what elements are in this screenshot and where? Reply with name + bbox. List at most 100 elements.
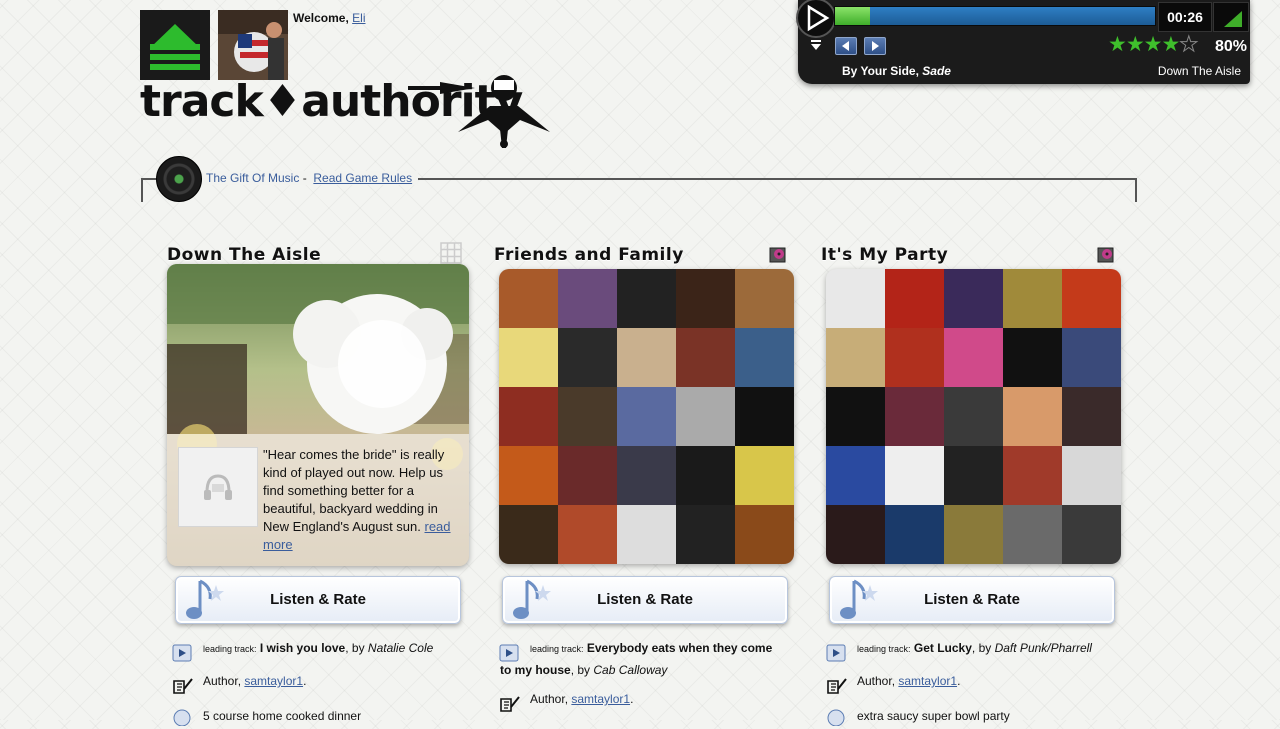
brand-logo[interactable]: track♦authority — [140, 74, 560, 154]
album-cover-tile[interactable] — [944, 269, 1003, 328]
now-playing-track: By Your Side, Sade — [842, 64, 951, 78]
album-cover-tile[interactable] — [1062, 328, 1121, 387]
author-icon — [172, 677, 193, 695]
album-art-icon[interactable] — [768, 244, 788, 264]
album-cover-tile[interactable] — [826, 387, 885, 446]
volume-control[interactable] — [1213, 2, 1249, 32]
album-cover-tile[interactable] — [617, 328, 676, 387]
card-title-friends-and-family[interactable]: Friends and Family — [494, 245, 684, 265]
rating-star[interactable]: ★ — [1144, 33, 1163, 56]
play-track-icon[interactable] — [826, 644, 846, 662]
album-cover-tile[interactable] — [558, 505, 617, 564]
play-icon — [807, 4, 830, 32]
album-cover-tile[interactable] — [944, 387, 1003, 446]
leading-track-name[interactable]: Get Lucky — [914, 641, 972, 655]
album-cover-tile[interactable] — [499, 505, 558, 564]
album-cover-tile[interactable] — [735, 328, 794, 387]
album-mosaic-its-my-party[interactable] — [826, 269, 1121, 564]
album-cover-tile[interactable] — [944, 446, 1003, 505]
leading-track-name[interactable]: I wish you love — [260, 641, 345, 655]
album-cover-tile[interactable] — [1062, 446, 1121, 505]
rating-star[interactable]: ★ — [1179, 33, 1199, 56]
album-cover-tile[interactable] — [1003, 505, 1062, 564]
author-info: Author, samtaylor1. — [530, 692, 634, 706]
album-cover-tile[interactable] — [676, 269, 735, 328]
rating-stars[interactable]: ★★★★★ — [1108, 33, 1199, 56]
play-button[interactable] — [796, 0, 836, 38]
album-cover-tile[interactable] — [1003, 387, 1062, 446]
album-cover-tile[interactable] — [1062, 387, 1121, 446]
album-cover-tile[interactable] — [499, 446, 558, 505]
album-cover-tile[interactable] — [885, 328, 944, 387]
album-cover-tile[interactable] — [1003, 269, 1062, 328]
now-playing-title: By Your Side, — [842, 64, 919, 78]
author-link[interactable]: samtaylor1 — [898, 674, 957, 688]
playlist-thumbnail-placeholder — [178, 447, 258, 527]
now-playing-playlist[interactable]: Down The Aisle — [1158, 64, 1241, 78]
album-cover-tile[interactable] — [735, 446, 794, 505]
album-cover-tile[interactable] — [499, 269, 558, 328]
card-title-down-the-aisle[interactable]: Down The Aisle — [167, 245, 321, 265]
author-icon — [826, 677, 847, 695]
site-logo-icon[interactable] — [140, 10, 210, 80]
album-cover-tile[interactable] — [826, 269, 885, 328]
author-link[interactable]: samtaylor1 — [571, 692, 630, 706]
grid-view-icon[interactable] — [440, 242, 462, 264]
album-cover-tile[interactable] — [944, 505, 1003, 564]
album-art-icon[interactable] — [1096, 244, 1116, 264]
album-cover-tile[interactable] — [499, 328, 558, 387]
game-title-bar: The Gift Of Music - Read Game Rules — [202, 171, 419, 185]
listen-rate-button[interactable]: Listen & Rate — [502, 576, 788, 624]
album-cover-tile[interactable] — [826, 446, 885, 505]
album-cover-tile[interactable] — [617, 505, 676, 564]
album-cover-tile[interactable] — [735, 505, 794, 564]
album-cover-tile[interactable] — [558, 269, 617, 328]
rating-star[interactable]: ★ — [1126, 33, 1145, 56]
listen-rate-button[interactable]: Listen & Rate — [829, 576, 1115, 624]
album-cover-tile[interactable] — [558, 387, 617, 446]
album-grid — [499, 269, 794, 564]
card-title-its-my-party[interactable]: It's My Party — [821, 245, 948, 265]
album-cover-tile[interactable] — [1003, 328, 1062, 387]
album-cover-tile[interactable] — [826, 505, 885, 564]
album-cover-tile[interactable] — [1003, 446, 1062, 505]
album-cover-tile[interactable] — [1062, 505, 1121, 564]
album-cover-tile[interactable] — [617, 269, 676, 328]
album-cover-tile[interactable] — [676, 328, 735, 387]
album-cover-tile[interactable] — [499, 387, 558, 446]
volume-icon — [1224, 11, 1242, 27]
album-cover-tile[interactable] — [676, 446, 735, 505]
album-cover-tile[interactable] — [558, 446, 617, 505]
previous-button[interactable] — [835, 37, 857, 55]
read-rules-link[interactable]: Read Game Rules — [313, 171, 412, 185]
music-player: 00:26 ★★★★★ 80% By Your Side, Sade Down … — [796, 0, 1250, 84]
playlist-event-note: 5 course home cooked dinner — [203, 709, 362, 723]
album-cover-tile[interactable] — [1062, 269, 1121, 328]
album-cover-tile[interactable] — [617, 387, 676, 446]
next-button[interactable] — [864, 37, 886, 55]
rating-star[interactable]: ★ — [1161, 33, 1180, 56]
album-cover-tile[interactable] — [885, 446, 944, 505]
album-mosaic-friends-and-family[interactable] — [499, 269, 794, 564]
album-cover-tile[interactable] — [676, 387, 735, 446]
album-cover-tile[interactable] — [944, 328, 1003, 387]
album-cover-tile[interactable] — [558, 328, 617, 387]
album-cover-tile[interactable] — [826, 328, 885, 387]
player-menu-icon[interactable] — [810, 39, 822, 51]
rating-star[interactable]: ★ — [1108, 33, 1127, 56]
user-name-link[interactable]: Eli — [352, 11, 365, 25]
listen-rate-button[interactable]: Listen & Rate — [175, 576, 461, 624]
album-cover-tile[interactable] — [885, 505, 944, 564]
album-cover-tile[interactable] — [885, 387, 944, 446]
album-cover-tile[interactable] — [617, 446, 676, 505]
progress-bar[interactable] — [834, 6, 1156, 26]
album-cover-tile[interactable] — [676, 505, 735, 564]
event-icon — [172, 708, 192, 727]
album-cover-tile[interactable] — [735, 387, 794, 446]
album-cover-tile[interactable] — [735, 269, 794, 328]
user-avatar[interactable] — [218, 10, 288, 80]
play-track-icon[interactable] — [172, 644, 192, 662]
author-link[interactable]: samtaylor1 — [244, 674, 303, 688]
album-cover-tile[interactable] — [885, 269, 944, 328]
listen-rate-label: Listen & Rate — [597, 591, 693, 608]
